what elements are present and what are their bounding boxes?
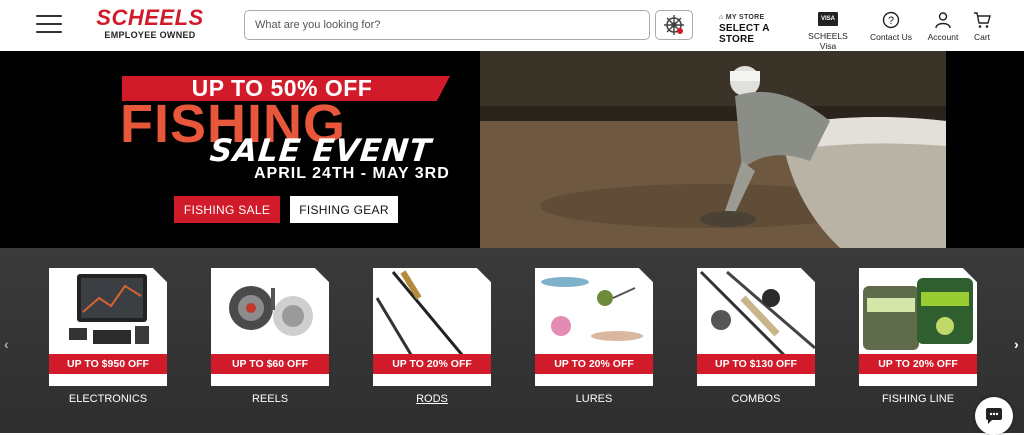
boat-helm-button[interactable] (655, 10, 693, 40)
category-label[interactable]: LURES (535, 393, 653, 405)
hero-dates: APRIL 24TH - MAY 3RD (254, 165, 450, 182)
account-label: Account (927, 32, 959, 42)
logo-wordmark: SCHEELS (96, 5, 204, 30)
offer-badge: UP TO 20% OFF (535, 354, 653, 374)
category-card-lures[interactable]: UP TO 20% OFF (535, 268, 653, 386)
category-card-fishing-line[interactable]: UP TO 20% OFF (859, 268, 977, 386)
contact-us-link[interactable]: ? Contact Us (868, 11, 914, 42)
fishing-line-image (863, 278, 973, 350)
category-label[interactable]: COMBOS (697, 393, 815, 405)
category-carousel: ‹ › UP TO $950 OFF ELECTRONICS UP TO $60… (0, 248, 1024, 433)
helm-icon (664, 15, 684, 35)
logo[interactable]: SCHEELS EMPLOYEE OWNED (82, 5, 218, 41)
reels-image (229, 286, 313, 336)
hero-banner[interactable]: UP TO 50% OFF FISHING SALE EVENT APRIL 2… (0, 51, 1024, 248)
site-header: SCHEELS EMPLOYEE OWNED ⌂ MY STORE SELECT… (0, 0, 1024, 51)
my-store-label: ⌂ MY STORE (719, 14, 765, 21)
visa-label: SCHEELS Visa (808, 31, 848, 51)
chat-button[interactable] (975, 397, 1013, 435)
offer-badge: UP TO $130 OFF (697, 354, 815, 374)
offer-badge: UP TO 20% OFF (373, 354, 491, 374)
chevron-left-icon[interactable]: ‹ (4, 336, 9, 352)
category-label[interactable]: FISHING LINE (859, 393, 977, 405)
select-store-link[interactable]: ⌂ MY STORE SELECT A STORE (719, 14, 791, 45)
chevron-right-icon[interactable]: › (1014, 336, 1019, 352)
fishing-gear-button[interactable]: FISHING GEAR (290, 196, 398, 223)
category-label[interactable]: RODS (373, 393, 491, 405)
lures-image (541, 277, 643, 341)
cart-link[interactable]: Cart (970, 11, 994, 42)
hero-photo (480, 51, 946, 248)
cart-label: Cart (973, 32, 991, 42)
category-label[interactable]: ELECTRONICS (49, 393, 167, 405)
combos-image (699, 270, 815, 354)
angler-photo (480, 51, 946, 248)
offer-badge: UP TO 20% OFF (859, 354, 977, 374)
home-icon: ⌂ (719, 14, 726, 21)
search-input[interactable] (244, 10, 650, 40)
offer-badge: UP TO $60 OFF (211, 354, 329, 374)
fishing-sale-button[interactable]: FISHING SALE (174, 196, 280, 223)
rods-image (375, 270, 475, 354)
offer-badge: UP TO $950 OFF (49, 354, 167, 374)
hero-right-margin (946, 51, 1024, 248)
category-label[interactable]: REELS (211, 393, 329, 405)
svg-text:?: ? (888, 15, 894, 27)
scheels-visa-link[interactable]: VISA SCHEELS Visa (799, 11, 857, 51)
cart-icon (974, 12, 991, 28)
contact-label: Contact Us (869, 32, 913, 42)
category-card-rods[interactable]: UP TO 20% OFF (373, 268, 491, 386)
chat-icon (986, 408, 1002, 424)
category-card-electronics[interactable]: UP TO $950 OFF (49, 268, 167, 386)
menu-icon[interactable] (36, 15, 62, 35)
visa-card-icon: VISA (818, 12, 838, 26)
help-circle-icon: ? (882, 11, 900, 29)
logo-tagline: EMPLOYEE OWNED (104, 30, 196, 40)
electronics-image (69, 274, 149, 344)
user-icon (935, 12, 951, 29)
category-card-reels[interactable]: UP TO $60 OFF (211, 268, 329, 386)
select-store-label: SELECT A STORE (719, 23, 770, 45)
category-card-combos[interactable]: UP TO $130 OFF (697, 268, 815, 386)
account-link[interactable]: Account (924, 11, 962, 42)
